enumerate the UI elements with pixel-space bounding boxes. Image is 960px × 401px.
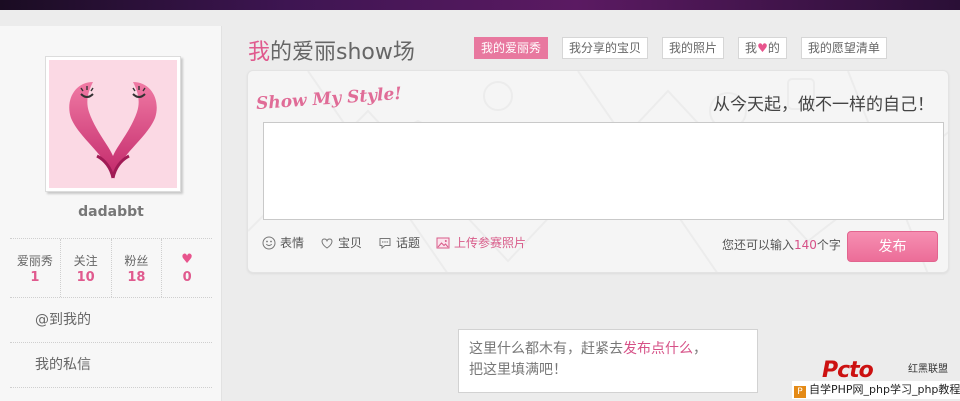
emoji-button[interactable]: 表情 — [262, 234, 304, 251]
watermark-bottom: P 自学PHP网_php学习_php教程 — [792, 381, 960, 399]
publish-something-link[interactable]: 发布点什么 — [623, 341, 693, 357]
counter-suffix: 个字 — [816, 238, 841, 252]
stat-shows[interactable]: 爱丽秀 1 — [10, 239, 61, 297]
empty-text: 这里什么都木有，赶紧去 — [469, 341, 623, 357]
stat-value: 10 — [76, 270, 95, 285]
tab-label-post: 的 — [767, 41, 780, 55]
tab-my-shows[interactable]: 我的爱丽秀 — [474, 37, 549, 59]
tab-shared-items[interactable]: 我分享的宝贝 — [562, 37, 649, 59]
profile-stats: 爱丽秀 1 关注 10 粉丝 18 ♥ 0 — [10, 238, 212, 298]
stat-following[interactable]: 关注 10 — [61, 239, 112, 297]
heart-icon: ♥ — [757, 41, 768, 55]
counter-prefix: 您还可以输入 — [722, 238, 795, 252]
upload-photo-button[interactable]: 上传参赛照片 — [436, 234, 526, 251]
watermark: Pcto 红黑联盟 P 自学PHP网_php学习_php教程 — [792, 358, 960, 401]
watermark-bottom-text: 自学PHP网_php学习_php教程 — [809, 383, 960, 396]
sidebar-item-messages[interactable]: 我的私信 — [10, 343, 212, 388]
nav-tabs: 我的爱丽秀 我分享的宝贝 我的照片 我♥的 我的愿望清单 — [474, 37, 901, 59]
post-textarea[interactable] — [263, 122, 944, 220]
slogan-tagline: 从今天起，做不一样的自己！ — [713, 95, 934, 115]
top-bar — [0, 0, 960, 10]
page-title-rest: 的爱丽show场 — [270, 40, 415, 65]
heart-logo-avatar-icon — [69, 82, 157, 179]
page-title: 我的爱丽show场 — [248, 34, 415, 66]
tab-label-pre: 我 — [745, 41, 758, 55]
post-composer: Show My Style! 从今天起，做不一样的自己！ 表情 宝贝 话题 上传… — [247, 70, 949, 273]
avatar-frame[interactable] — [45, 56, 181, 192]
empty-state-message: 这里什么都木有，赶紧去发布点什么， 把这里填满吧！ — [458, 329, 758, 393]
sidebar-item-mentions[interactable]: @到我的 — [10, 298, 212, 343]
topic-button[interactable]: 话题 — [378, 234, 420, 251]
stat-label: 关注 — [73, 254, 98, 268]
item-label: 宝贝 — [338, 236, 363, 250]
stat-value: 0 — [182, 270, 192, 285]
smiley-icon — [262, 236, 276, 249]
heart-icon: ♥ — [181, 252, 193, 267]
emoji-label: 表情 — [280, 236, 305, 250]
stat-value: 18 — [127, 270, 146, 285]
stat-likes[interactable]: ♥ 0 — [162, 239, 212, 297]
stat-label: 粉丝 — [124, 254, 149, 268]
avatar[interactable] — [49, 60, 177, 188]
upload-photo-label: 上传参赛照片 — [454, 236, 527, 250]
char-counter: 您还可以输入140个字 — [722, 236, 841, 253]
topic-label: 话题 — [396, 236, 421, 250]
tab-my-photos[interactable]: 我的照片 — [662, 37, 725, 59]
watermark-logo: Pcto — [822, 358, 874, 383]
stat-value: 1 — [30, 270, 40, 285]
speech-bubble-icon — [379, 237, 391, 249]
page-title-highlight: 我 — [248, 40, 271, 65]
image-icon — [436, 237, 450, 248]
heart-outline-icon — [321, 237, 333, 249]
stat-label: 爱丽秀 — [16, 254, 53, 268]
empty-line-1: 这里什么都木有，赶紧去发布点什么， — [469, 339, 747, 360]
watermark-side-text: 红黑联盟 — [908, 364, 948, 375]
profile-sidebar: dadabbt 爱丽秀 1 关注 10 粉丝 18 ♥ 0 @到我的 我的私信 — [0, 26, 222, 401]
tab-my-likes[interactable]: 我♥的 — [738, 37, 787, 59]
publish-button[interactable]: 发布 — [847, 231, 938, 262]
username[interactable]: dadabbt — [0, 204, 222, 220]
php-logo-icon: P — [794, 386, 806, 398]
composer-toolbar: 表情 宝贝 话题 上传参赛照片 — [262, 234, 542, 251]
tab-wishlist[interactable]: 我的愿望清单 — [800, 37, 887, 59]
counter-number: 140 — [794, 238, 817, 252]
item-button[interactable]: 宝贝 — [320, 234, 362, 251]
empty-line-2: 把这里填满吧！ — [469, 362, 567, 378]
empty-text-tail: ， — [693, 341, 707, 357]
stat-followers[interactable]: 粉丝 18 — [112, 239, 163, 297]
